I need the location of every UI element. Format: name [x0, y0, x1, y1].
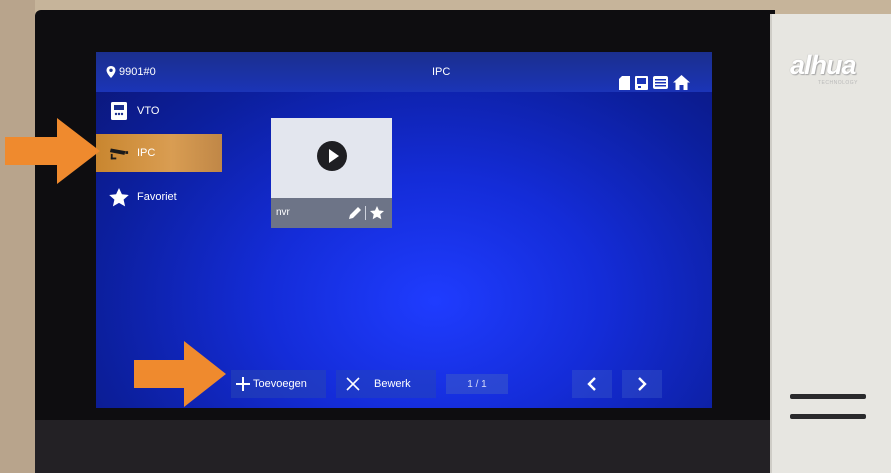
- message-icon: [653, 76, 668, 94]
- play-icon[interactable]: [317, 141, 347, 171]
- location-text: 9901#0: [119, 66, 156, 78]
- status-icons: [619, 75, 690, 95]
- annotation-arrow-right-icon: [5, 118, 100, 184]
- next-page-button[interactable]: [622, 370, 662, 398]
- add-button[interactable]: Toevoegen: [231, 370, 326, 398]
- sd-card-icon: [619, 75, 630, 95]
- star-icon: [109, 187, 129, 207]
- sidebar-item-ipc[interactable]: IPC: [96, 134, 222, 172]
- bezel-reflection: [35, 420, 775, 473]
- star-icon[interactable]: [370, 206, 384, 220]
- camera-name: nvr: [276, 207, 290, 218]
- page-indicator: 1 / 1: [446, 374, 508, 394]
- chevron-right-icon: [638, 377, 647, 391]
- camera-tile-footer: nvr: [271, 198, 392, 228]
- previous-page-button[interactable]: [572, 370, 612, 398]
- sidebar-item-vto[interactable]: VTO: [96, 92, 222, 130]
- brand-subtitle: TECHNOLOGY: [818, 80, 859, 86]
- wall-background-left: [0, 0, 35, 473]
- sidebar-item-label: Favoriet: [137, 191, 177, 203]
- chevron-left-icon: [587, 377, 596, 391]
- brand-logo: alhua: [790, 50, 857, 80]
- sidebar-item-label: IPC: [137, 147, 156, 159]
- camera-tile[interactable]: nvr: [271, 118, 392, 228]
- sidebar: VTO IPC Favoriet: [96, 92, 222, 222]
- add-button-label: Toevoegen: [253, 378, 307, 390]
- pencil-icon[interactable]: [348, 206, 362, 220]
- speaker-slot: [790, 414, 866, 419]
- door-station-icon: [109, 101, 129, 121]
- camera-icon: [109, 143, 129, 163]
- camera-thumbnail[interactable]: [271, 118, 392, 198]
- screen-title: IPC: [432, 66, 451, 78]
- sidebar-item-favoriet[interactable]: Favoriet: [96, 178, 222, 216]
- monitor-icon: [635, 75, 648, 95]
- home-icon[interactable]: [673, 75, 690, 95]
- divider: [365, 206, 366, 220]
- location-indicator: 9901#0: [106, 66, 156, 78]
- edit-button-label: Bewerk: [374, 378, 411, 390]
- annotation-arrow-right-icon: [134, 341, 226, 407]
- speaker-slot: [790, 394, 866, 399]
- close-icon: [346, 377, 360, 391]
- edit-button[interactable]: Bewerk: [336, 370, 436, 398]
- plus-icon: [236, 377, 250, 391]
- location-pin-icon: [106, 66, 116, 78]
- screen-header: 9901#0 IPC: [96, 52, 712, 92]
- sidebar-item-label: VTO: [137, 105, 160, 117]
